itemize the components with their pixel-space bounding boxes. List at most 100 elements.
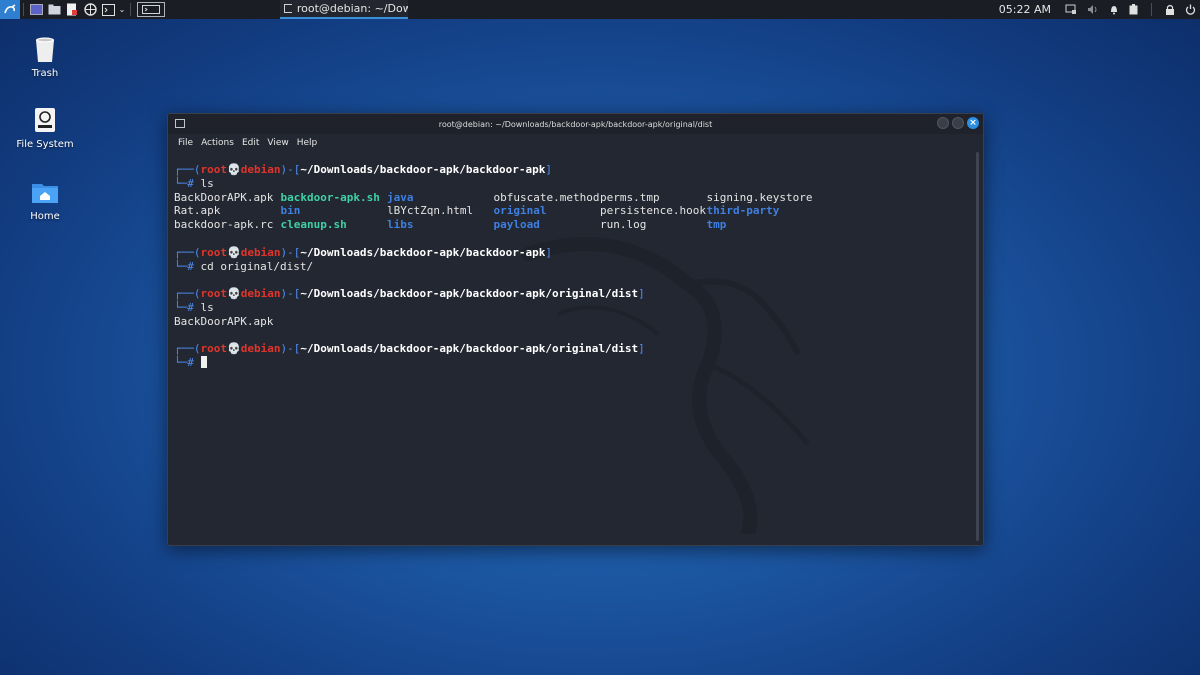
file-manager-launcher[interactable] xyxy=(45,0,63,19)
minimize-button[interactable] xyxy=(937,117,949,129)
network-icon[interactable] xyxy=(1065,4,1077,15)
menu-actions[interactable]: Actions xyxy=(197,138,238,148)
ls-entry: run.log xyxy=(600,218,647,232)
panel-separator xyxy=(130,3,131,16)
prompt-frame: └─ xyxy=(174,300,188,314)
prompt-frame: ] xyxy=(638,287,645,301)
prompt-host: debian xyxy=(240,163,281,176)
prompt-gap xyxy=(194,260,201,273)
desktop-icon-home[interactable]: Home xyxy=(0,177,90,222)
power-icon[interactable] xyxy=(1185,4,1196,15)
system-tray: 05:22 AM xyxy=(999,0,1196,19)
command-line: └─# ls xyxy=(174,177,969,191)
ls-entry: perms.tmp xyxy=(600,190,660,204)
web-browser-icon xyxy=(83,3,97,16)
ls-entry: BackDoorAPK.apk xyxy=(174,190,274,204)
file-manager-icon xyxy=(48,4,60,15)
terminal-line: BackDoorAPK.apk xyxy=(174,315,969,329)
skull-icon: 💀 xyxy=(227,287,241,301)
ls-output-row: BackDoorAPK.apk backdoor-apk.sh java obfusc… xyxy=(174,191,969,205)
prompt-frame: └─ xyxy=(174,176,188,190)
ls-entry: java xyxy=(387,190,414,204)
prompt-user: root xyxy=(200,245,228,259)
workspace-switcher[interactable] xyxy=(137,2,165,17)
text-editor-icon xyxy=(67,3,77,16)
desktop-icon-label: File System xyxy=(16,139,74,150)
ls-entry: backdoor-apk.rc xyxy=(174,218,274,232)
show-desktop-launcher[interactable] xyxy=(27,0,45,19)
terminal-window[interactable]: root@debian: ~/Downloads/backdoor-apk/ba… xyxy=(167,113,984,546)
terminal-icon xyxy=(101,3,115,16)
command-text: ls xyxy=(200,176,214,190)
menu-edit[interactable]: Edit xyxy=(238,138,263,148)
terminal-launcher[interactable] xyxy=(99,0,117,19)
ls-entry: payload xyxy=(493,218,540,232)
prompt-user: root xyxy=(200,287,228,301)
terminal-titlebar[interactable]: root@debian: ~/Downloads/backdoor-apk/ba… xyxy=(168,114,983,134)
lock-screen-icon[interactable] xyxy=(1165,4,1175,15)
terminal-title: root@debian: ~/Downloads/backdoor-apk/ba… xyxy=(438,119,713,129)
trash-icon xyxy=(30,34,60,64)
skull-icon: 💀 xyxy=(227,342,241,356)
desktop-icon-file-system[interactable]: File System xyxy=(0,105,90,150)
close-button[interactable]: × xyxy=(967,117,979,129)
chevron-down-icon: ⌄ xyxy=(118,5,126,14)
web-browser-launcher[interactable] xyxy=(81,0,99,19)
text-cursor[interactable] xyxy=(200,356,207,369)
terminal-output[interactable]: ┌──(root💀debian)-[~/Downloads/backdoor-a… xyxy=(174,163,969,545)
close-icon: × xyxy=(969,118,977,128)
ls-entry: Rat.apk xyxy=(174,204,221,218)
kali-menu-button[interactable] xyxy=(0,0,20,19)
ls-entry: obfuscate.method xyxy=(493,190,600,204)
top-panel: ⌄ root@debian: ~/Downlo... 05:22 AM xyxy=(0,0,1200,19)
terminal-menubar: File Actions Edit View Help xyxy=(168,134,983,151)
command-text: cd original/dist/ xyxy=(200,259,314,273)
maximize-button[interactable] xyxy=(952,117,964,129)
prompt-frame: ┌──( xyxy=(174,163,201,176)
prompt-user: root xyxy=(200,163,228,176)
ls-entry: backdoor-apk.sh xyxy=(280,190,380,204)
command-output: BackDoorAPK.apk xyxy=(174,314,274,328)
desktop-icon-trash[interactable]: Trash xyxy=(0,34,90,79)
prompt-host: debian xyxy=(240,342,281,356)
prompt-frame: ] xyxy=(545,163,552,176)
prompt-line: ┌──(root💀debian)-[~/Downloads/backdoor-a… xyxy=(174,163,969,177)
prompt-frame: )-[ xyxy=(280,342,301,356)
notification-bell-icon[interactable] xyxy=(1109,4,1119,15)
kali-logo-icon xyxy=(4,3,16,13)
prompt-gap xyxy=(194,177,201,190)
prompt-line: ┌──(root💀debian)-[~/Downloads/backdoor-a… xyxy=(174,287,969,301)
clock[interactable]: 05:22 AM xyxy=(999,3,1051,16)
prompt-symbol: # xyxy=(187,300,194,314)
launcher-dropdown[interactable]: ⌄ xyxy=(117,0,127,19)
volume-icon[interactable] xyxy=(1087,4,1099,15)
skull-icon: 💀 xyxy=(227,245,241,259)
workspace-thumbnail-icon xyxy=(142,5,160,14)
terminal-scrollbar[interactable] xyxy=(976,152,979,541)
menu-view[interactable]: View xyxy=(263,138,292,148)
prompt-cwd: ~/Downloads/backdoor-apk/backdoor-apk xyxy=(300,245,546,259)
ls-entry: lBYctZqn.html xyxy=(387,204,474,218)
ls-entry: persistence.hook xyxy=(600,204,706,218)
command-line: └─# cd original/dist/ xyxy=(174,260,969,274)
ls-entry: original xyxy=(493,204,547,218)
prompt-frame: ┌──( xyxy=(174,245,201,259)
prompt-line: ┌──(root💀debian)-[~/Downloads/backdoor-a… xyxy=(174,342,969,356)
menu-help[interactable]: Help xyxy=(293,138,322,148)
taskbar-terminal-window[interactable]: root@debian: ~/Downlo... xyxy=(280,0,408,19)
text-editor-launcher[interactable] xyxy=(63,0,81,19)
prompt-host: debian xyxy=(240,245,281,259)
hard-drive-icon xyxy=(30,105,60,135)
battery-icon[interactable] xyxy=(1129,4,1138,15)
prompt-frame: └─ xyxy=(174,356,188,370)
skull-icon: 💀 xyxy=(227,163,241,176)
prompt-symbol: # xyxy=(187,259,194,273)
prompt-frame: ] xyxy=(638,342,645,356)
menu-file[interactable]: File xyxy=(174,138,197,148)
desktop-icon-label: Trash xyxy=(31,68,59,79)
prompt-cwd: ~/Downloads/backdoor-apk/backdoor-apk/or… xyxy=(300,287,639,301)
prompt-gap xyxy=(194,301,201,314)
